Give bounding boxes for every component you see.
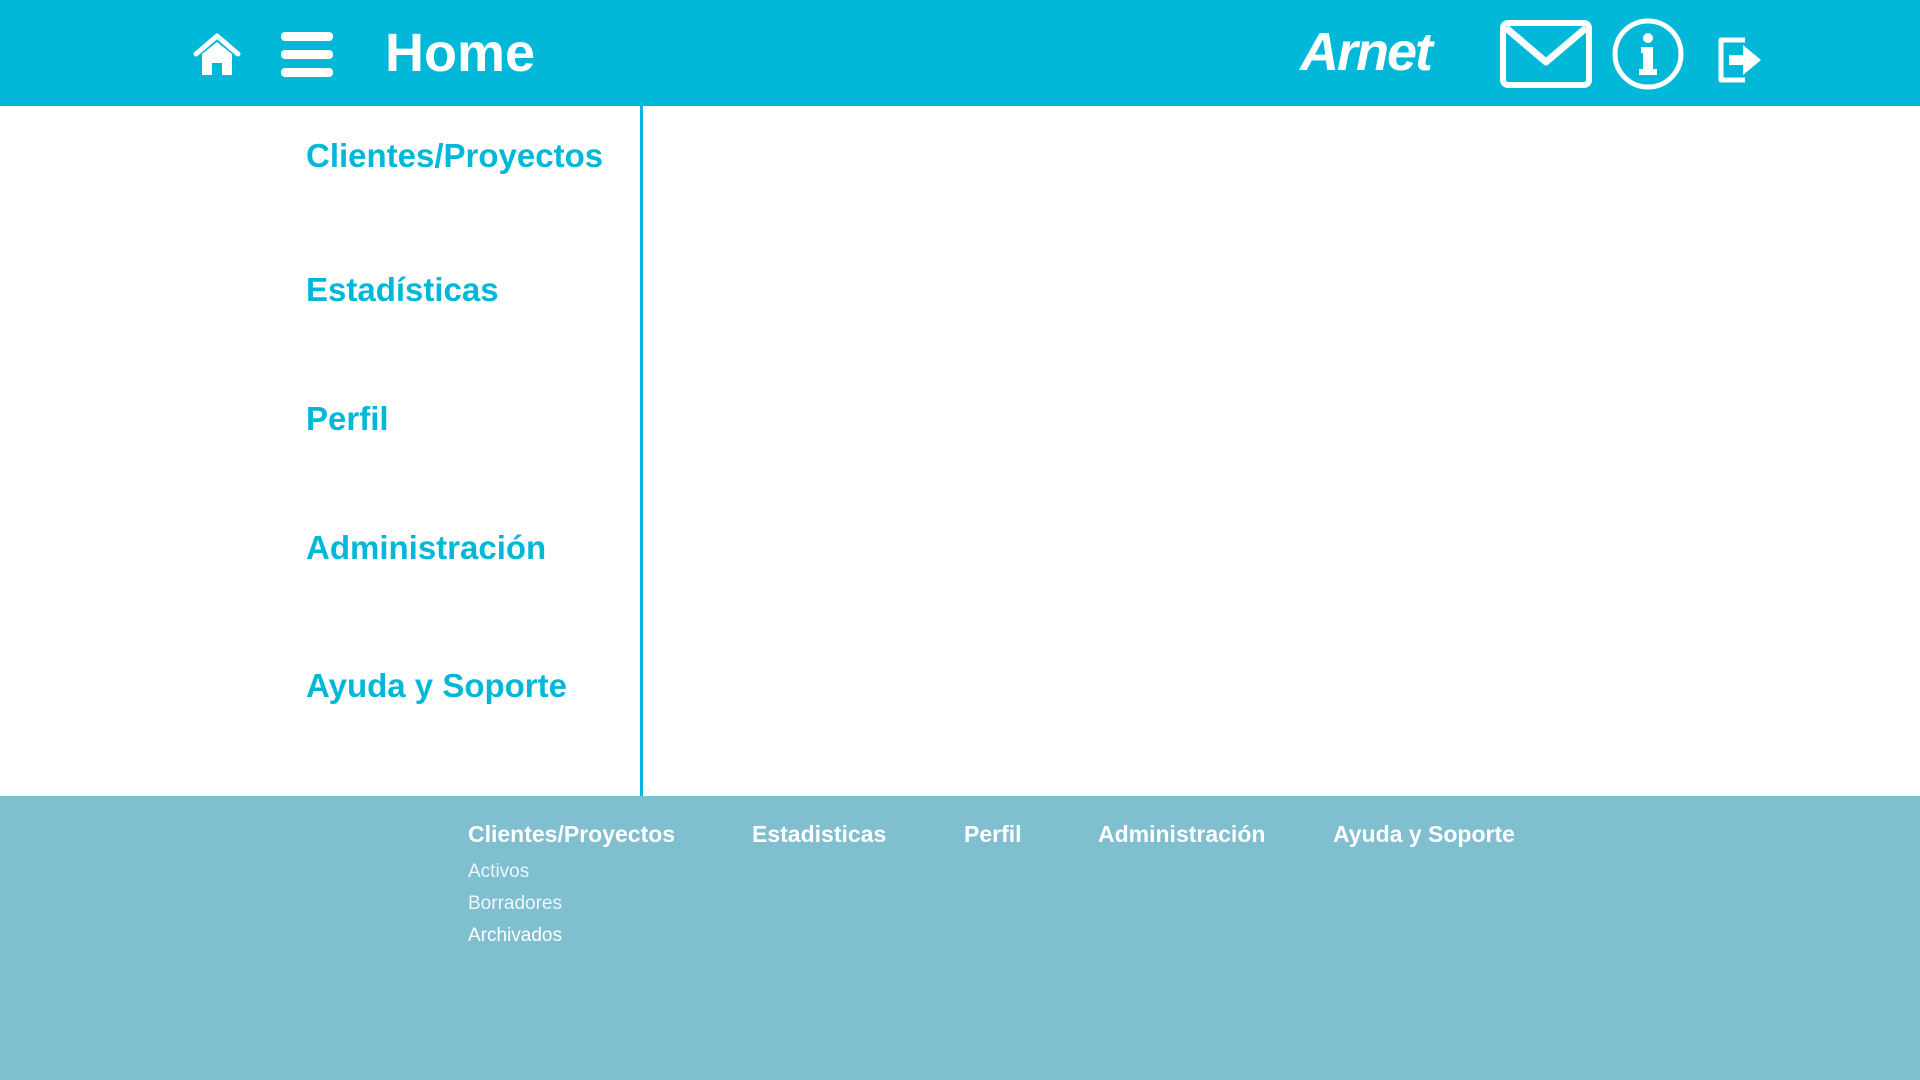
logout-icon[interactable] <box>1715 34 1765 86</box>
arnet-logo: Arnet <box>1300 22 1433 82</box>
main-content <box>643 106 1920 796</box>
sidebar-item-administracion[interactable]: Administración <box>306 526 546 570</box>
footer-link-clientes-proyectos[interactable]: Clientes/Proyectos <box>468 820 675 848</box>
footer-link-administracion[interactable]: Administración <box>1098 820 1265 848</box>
hamburger-menu-icon[interactable] <box>279 30 335 80</box>
footer-link-estadisticas[interactable]: Estadisticas <box>752 820 886 848</box>
footer-link-ayuda-soporte[interactable]: Ayuda y Soporte <box>1333 820 1515 848</box>
footer-sublink-borradores[interactable]: Borradores <box>468 892 562 916</box>
home-icon[interactable] <box>192 30 242 80</box>
footer-sublink-activos[interactable]: Activos <box>468 860 529 884</box>
footer-sublink-archivados[interactable]: Archivados <box>468 924 562 948</box>
sidebar-item-clientes-proyectos[interactable]: Clientes/Proyectos <box>306 134 603 178</box>
page-title: Home <box>385 23 536 83</box>
sidebar-item-estadisticas[interactable]: Estadísticas <box>306 268 499 312</box>
info-icon[interactable] <box>1611 17 1685 91</box>
footer-link-perfil[interactable]: Perfil <box>964 820 1022 848</box>
sidebar-item-ayuda-soporte[interactable]: Ayuda y Soporte <box>306 664 567 708</box>
footer: Clientes/Proyectos Estadisticas Perfil A… <box>0 796 1920 1080</box>
sidebar-item-perfil[interactable]: Perfil <box>306 397 389 441</box>
top-bar: Home Arnet <box>0 0 1920 106</box>
mail-icon[interactable] <box>1500 20 1592 88</box>
